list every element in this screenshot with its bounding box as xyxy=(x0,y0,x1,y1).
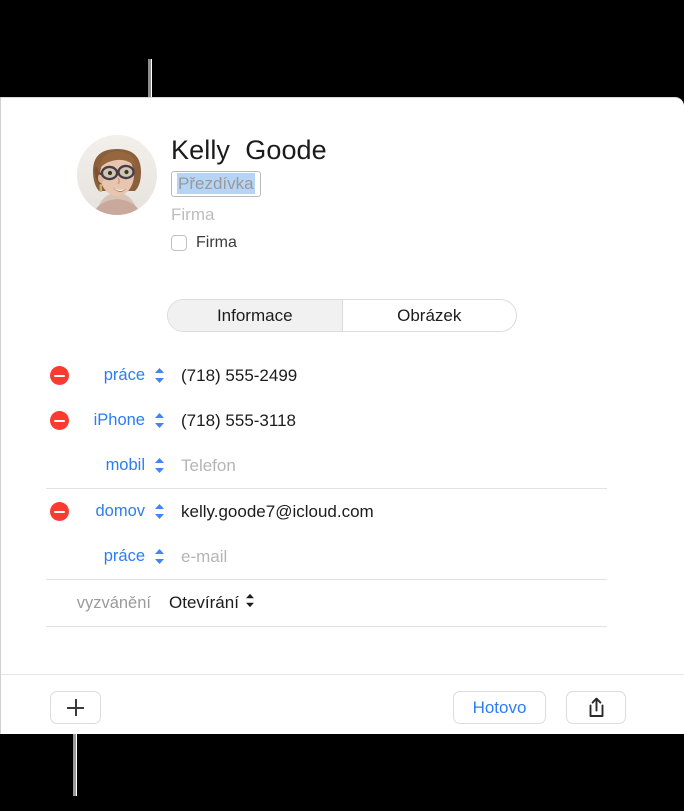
callout-line-add-button xyxy=(73,724,76,796)
nickname-field[interactable]: Přezdívka xyxy=(171,171,261,197)
contact-header: Kelly Goode Přezdívka Firma Firma xyxy=(1,98,684,283)
ringtone-value-cell[interactable]: Otevírání xyxy=(151,593,255,613)
chevron-updown-glyph xyxy=(155,413,164,428)
tab-informace[interactable]: Informace xyxy=(168,300,343,331)
name-column: Kelly Goode Přezdívka Firma Firma xyxy=(171,134,611,252)
chevron-updown-glyph xyxy=(155,458,164,473)
table-row[interactable]: iPhone (718) 555-3118 xyxy=(1,398,684,443)
chevron-updown-glyph xyxy=(155,368,164,383)
add-field-button[interactable] xyxy=(50,691,101,724)
table-row[interactable]: práce (718) 555-2499 xyxy=(1,353,684,398)
plus-icon xyxy=(67,699,84,716)
remove-cell xyxy=(1,366,69,385)
field-value[interactable]: (718) 555-2499 xyxy=(168,366,297,386)
contact-full-name[interactable]: Kelly Goode xyxy=(171,134,611,166)
remove-cell xyxy=(1,411,69,430)
field-value[interactable]: Telefon xyxy=(168,456,236,476)
ringtone-row[interactable]: vyzvánění Otevírání xyxy=(1,580,684,626)
done-button[interactable]: Hotovo xyxy=(453,691,546,724)
segmented-control[interactable]: Informace Obrázek xyxy=(167,299,517,332)
remove-cell xyxy=(1,502,69,521)
nickname-placeholder-text: Přezdívka xyxy=(177,173,255,194)
field-value[interactable]: kelly.goode7@icloud.com xyxy=(168,502,374,522)
company-field[interactable]: Firma xyxy=(171,204,611,225)
chevron-updown-icon[interactable] xyxy=(151,457,168,474)
chevron-updown-glyph xyxy=(245,593,254,608)
chevron-updown-icon[interactable] xyxy=(151,548,168,565)
field-label[interactable]: práce xyxy=(69,547,151,566)
chevron-updown-icon[interactable] xyxy=(151,503,168,520)
field-list: práce (718) 555-2499 iPhone (718) 555-31 xyxy=(1,353,684,627)
chevron-updown-icon[interactable] xyxy=(151,367,168,384)
chevron-updown-glyph xyxy=(155,504,164,519)
section-divider xyxy=(46,626,607,627)
bottom-toolbar: Hotovo xyxy=(1,675,684,734)
ringtone-value: Otevírání xyxy=(169,593,239,612)
remove-icon[interactable] xyxy=(50,366,69,385)
remove-icon[interactable] xyxy=(50,411,69,430)
field-label[interactable]: iPhone xyxy=(69,411,151,430)
tab-obrazek-label: Obrázek xyxy=(397,305,462,325)
contact-editor-window: Kelly Goode Přezdívka Firma Firma Inform… xyxy=(0,97,684,734)
table-row[interactable]: práce e-mail xyxy=(1,534,684,579)
field-label[interactable]: mobil xyxy=(69,456,151,475)
chevron-updown-glyph xyxy=(155,549,164,564)
table-row[interactable]: domov kelly.goode7@icloud.com xyxy=(1,489,684,534)
share-icon xyxy=(589,697,603,717)
done-button-label: Hotovo xyxy=(472,697,527,717)
company-checkbox[interactable] xyxy=(171,234,187,251)
table-row[interactable]: mobil Telefon xyxy=(1,443,684,488)
field-label[interactable]: práce xyxy=(69,366,151,385)
company-checkbox-row[interactable]: Firma xyxy=(171,233,611,252)
remove-icon[interactable] xyxy=(50,502,69,521)
ringtone-label: vyzvánění xyxy=(76,593,151,612)
share-button[interactable] xyxy=(566,691,626,724)
tab-obrazek[interactable]: Obrázek xyxy=(343,300,517,331)
field-label[interactable]: domov xyxy=(69,502,151,521)
company-checkbox-label: Firma xyxy=(196,234,237,251)
field-value[interactable]: (718) 555-3118 xyxy=(168,411,296,431)
contact-photo-image xyxy=(77,135,157,215)
chevron-updown-icon[interactable] xyxy=(245,593,255,613)
chevron-updown-icon[interactable] xyxy=(151,412,168,429)
avatar[interactable] xyxy=(77,135,157,215)
tab-informace-label: Informace xyxy=(216,305,293,325)
field-value[interactable]: e-mail xyxy=(168,547,227,567)
